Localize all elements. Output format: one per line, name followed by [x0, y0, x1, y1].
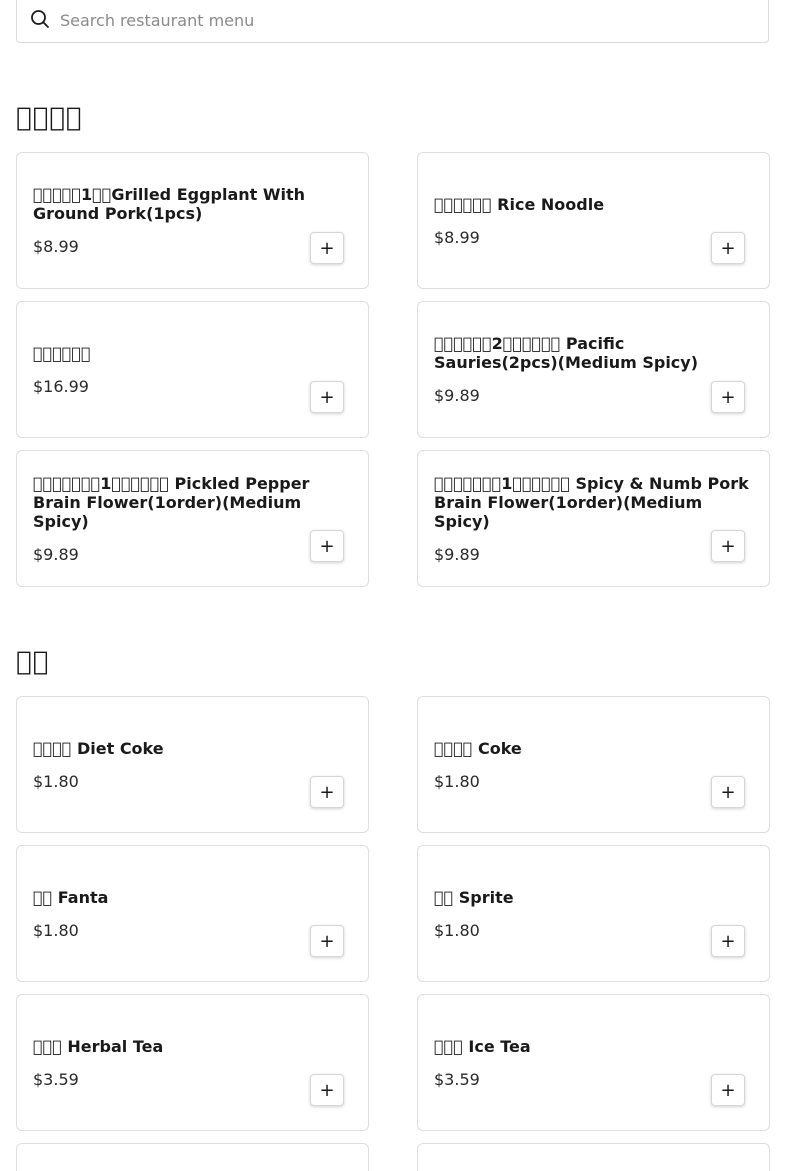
menu-item-name: 􏰀􏰀􏰀 Ice Tea: [434, 1036, 531, 1056]
menu-item-name: 􏰀􏰀􏰀􏰀􏰀􏰀: [33, 343, 91, 363]
menu-item-card[interactable]: 􏰀􏰀􏰀􏰀 Diet Coke $1.80 +: [16, 696, 369, 833]
menu-item-name: 􏰀􏰀􏰀􏰀 Diet Coke: [33, 738, 164, 758]
menu-item-price: $9.89: [33, 544, 79, 564]
menu-item-price: $1.80: [33, 771, 79, 791]
menu-item-name: 􏰀􏰀􏰀􏰀 Coke: [434, 738, 522, 758]
menu-item-card[interactable]: 􏰀􏰀􏰀􏰀􏰀􏰀2􏰀􏰀􏰀􏰀􏰀􏰀 Pacific Sauries(2pcs)(Medi…: [417, 301, 770, 438]
menu-item-price: $1.80: [434, 771, 480, 791]
add-item-button[interactable]: +: [310, 530, 344, 562]
search-bar: [16, 0, 769, 43]
add-item-button[interactable]: +: [711, 1074, 745, 1106]
menu-item-price: $8.99: [434, 227, 480, 247]
menu-item-price: $9.89: [434, 544, 480, 564]
add-item-button[interactable]: +: [711, 776, 745, 808]
menu-item-name: 􏰀􏰀􏰀􏰀􏰀􏰀􏰀1􏰀􏰀􏰀􏰀􏰀􏰀 Pickled Pepper Brain Flow…: [33, 473, 310, 531]
menu-item-price: $16.99: [33, 376, 89, 396]
menu-item-card[interactable]: 􏰀􏰀􏰀􏰀􏰀􏰀 Rice Noodle $8.99 +: [417, 152, 770, 289]
menu-item-price: $8.99: [33, 237, 79, 256]
menu-item-card[interactable]: [417, 1143, 770, 1171]
add-item-button[interactable]: +: [711, 381, 745, 413]
add-item-button[interactable]: +: [310, 232, 344, 264]
menu-item-name: 􏰀􏰀 Sprite: [434, 887, 514, 907]
menu-item-card[interactable]: [16, 1143, 369, 1171]
menu-item-card[interactable]: 􏰀􏰀􏰀 Ice Tea $3.59 +: [417, 994, 770, 1131]
menu-item-card[interactable]: 􏰀􏰀􏰀􏰀 Coke $1.80 +: [417, 696, 770, 833]
add-item-button[interactable]: +: [310, 776, 344, 808]
menu-item-card[interactable]: 􏰀􏰀 Fanta $1.80 +: [16, 845, 369, 982]
add-item-button[interactable]: +: [310, 1074, 344, 1106]
add-item-button[interactable]: +: [711, 530, 745, 562]
search-input[interactable]: [60, 7, 750, 33]
menu-item-price: $1.80: [33, 920, 79, 940]
add-item-button[interactable]: +: [310, 925, 344, 957]
section-title: 􏰀􏰀: [16, 647, 50, 677]
menu-item-card[interactable]: 􏰀􏰀􏰀􏰀􏰀1􏰀􏰀Grilled Eggplant With Ground Por…: [16, 152, 369, 289]
menu-item-card[interactable]: 􏰀􏰀􏰀􏰀􏰀􏰀􏰀1􏰀􏰀􏰀􏰀􏰀􏰀 Pickled Pepper Brain Flow…: [16, 450, 369, 587]
menu-item-name: 􏰀􏰀􏰀 Herbal Tea: [33, 1036, 164, 1056]
menu-item-card[interactable]: 􏰀􏰀 Sprite $1.80 +: [417, 845, 770, 982]
menu-item-name: 􏰀􏰀􏰀􏰀􏰀1􏰀􏰀Grilled Eggplant With Ground Por…: [33, 185, 306, 223]
menu-item-card[interactable]: 􏰀􏰀􏰀􏰀􏰀􏰀􏰀1􏰀􏰀􏰀􏰀􏰀􏰀 Spicy & Numb Pork Brain F…: [417, 450, 770, 587]
add-item-button[interactable]: +: [711, 925, 745, 957]
menu-item-name: 􏰀􏰀􏰀􏰀􏰀􏰀􏰀1􏰀􏰀􏰀􏰀􏰀􏰀 Spicy & Numb Pork Brain F…: [434, 473, 749, 531]
add-item-button[interactable]: +: [310, 381, 344, 413]
menu-item-card[interactable]: 􏰀􏰀􏰀 Herbal Tea $3.59 +: [16, 994, 369, 1131]
menu-item-price: $3.59: [434, 1069, 480, 1089]
menu-item-name: 􏰀􏰀 Fanta: [33, 887, 109, 907]
menu-item-price: $1.80: [434, 920, 480, 940]
section-title: 􏰀􏰀􏰀􏰀: [16, 103, 83, 133]
menu-item-name: 􏰀􏰀􏰀􏰀􏰀􏰀2􏰀􏰀􏰀􏰀􏰀􏰀 Pacific Sauries(2pcs)(Medi…: [434, 334, 699, 372]
search-icon: [31, 10, 49, 28]
menu-item-price: $3.59: [33, 1069, 79, 1089]
add-item-button[interactable]: +: [711, 232, 745, 264]
menu-item-card[interactable]: 􏰀􏰀􏰀􏰀􏰀􏰀 $16.99 +: [16, 301, 369, 438]
menu-item-price: $9.89: [434, 386, 480, 405]
menu-item-name: 􏰀􏰀􏰀􏰀􏰀􏰀 Rice Noodle: [434, 194, 605, 214]
